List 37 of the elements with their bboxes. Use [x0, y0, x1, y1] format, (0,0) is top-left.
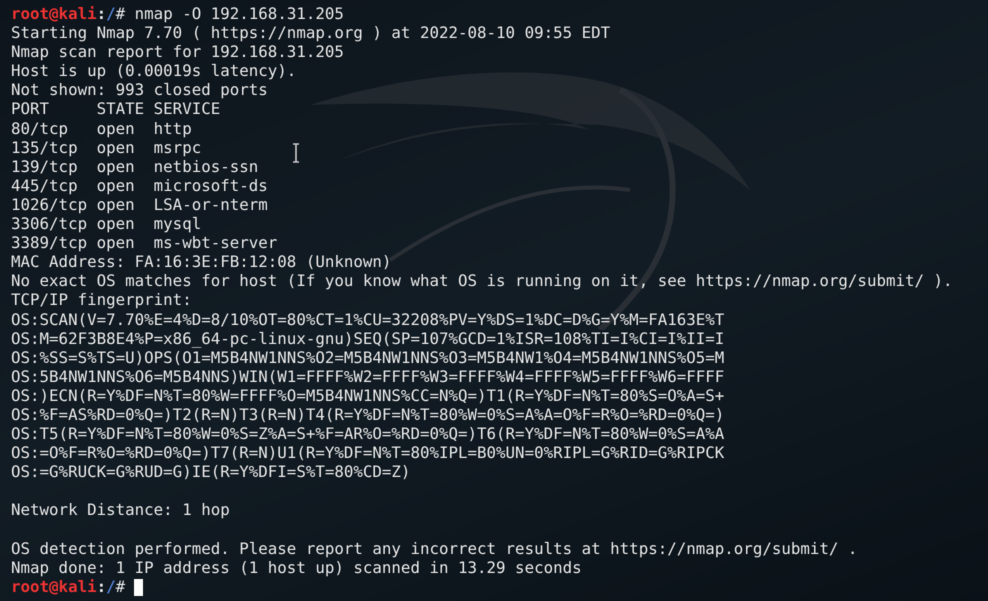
prompt-separator: :	[96, 576, 106, 596]
prompt-user: root@kali	[11, 4, 97, 23]
output-line: 3306/tcp open mysql	[11, 214, 202, 234]
output-line: Not shown: 993 closed ports	[11, 80, 268, 100]
output-line: PORT STATE SERVICE	[11, 99, 220, 118]
output-line: OS:M=62F3B8E4%P=x86_64-pc-linux-gnu)SEQ(SP=107%GCD=1%ISR=108%TI=I%CI=I%II=I	[11, 328, 724, 348]
output-line: OS:T5(R=Y%DF=N%T=80%W=0%S=Z%A=S+%F=AR%O=%RD=0%Q=)T6(R=Y%DF=N%T=80%W=0%S=A%A	[11, 424, 724, 444]
output-line: Host is up (0.00019s latency).	[11, 61, 296, 80]
command-text: nmap -O 192.168.31.205	[134, 4, 344, 23]
output-line: OS:%F=AS%RD=0%Q=)T2(R=N)T3(R=N)T4(R=Y%DF=N%T=80%W=0%S=A%A=O%F=R%O=%RD=0%Q=)	[11, 404, 724, 424]
output-line: OS:=G%RUCK=G%RUD=G)IE(R=Y%DFI=S%T=80%CD=Z)	[11, 462, 410, 482]
prompt-path: /	[106, 576, 116, 596]
output-line: OS:%SS=S%TS=U)OPS(O1=M5B4NW1NNS%O2=M5B4NW1NNS%O3=M5B4NW1%O4=M5B4NW1NNS%O5=M	[11, 348, 724, 367]
output-line: 135/tcp open msrpc	[11, 138, 202, 157]
output-line: 445/tcp open microsoft-ds	[11, 176, 268, 195]
output-line: Nmap scan report for 192.168.31.205	[11, 42, 344, 62]
output-line: OS:)ECN(R=Y%DF=N%T=80%W=FFFF%O=M5B4NW1NNS%CC=N%Q=)T1(R=Y%DF=N%T=80%S=O%A=S+	[11, 386, 724, 405]
output-line: Nmap done: 1 IP address (1 host up) scanned in 13.29 seconds	[11, 558, 582, 577]
prompt-separator: :	[96, 4, 106, 23]
output-line: MAC Address: FA:16:3E:FB:12:08 (Unknown)	[11, 252, 392, 272]
output-line: 1026/tcp open LSA-or-nterm	[11, 194, 268, 214]
output-line: 3389/tcp open ms-wbt-server	[11, 233, 278, 252]
output-line: No exact OS matches for host (If you know what OS is running on it, see https://nmap.org/submit/ ).	[11, 271, 953, 290]
prompt-user: root@kali	[11, 576, 97, 596]
output-line: Starting Nmap 7.70 ( https://nmap.org ) at 2022-08-10 09:55 EDT	[11, 23, 610, 42]
output-line: 80/tcp open http	[11, 118, 192, 138]
output-line: 139/tcp open netbios-ssn	[11, 156, 258, 176]
prompt-symbol: #	[116, 576, 126, 596]
prompt-path: /	[106, 4, 116, 23]
text-cursor-icon	[292, 143, 300, 163]
prompt-symbol: #	[116, 4, 126, 23]
output-line: TCP/IP fingerprint:	[11, 290, 192, 310]
output-line: Network Distance: 1 hop	[11, 500, 230, 520]
output-line: OS detection performed. Please report any incorrect results at https://nmap.org/submit/ .	[11, 538, 858, 558]
output-line: OS:SCAN(V=7.70%E=4%D=8/10%OT=80%CT=1%CU=32208%PV=Y%DS=1%DC=D%G=Y%M=FA163E%T	[11, 310, 724, 328]
output-line: OS:=O%F=R%O=%RD=0%Q=)T7(R=N)U1(R=Y%DF=N%T=80%IPL=B0%UN=0%RIPL=G%RID=G%RIPCK	[11, 443, 724, 462]
output-line: OS:5B4NW1NNS%O6=M5B4NNS)WIN(W1=FFFF%W2=FFFF%W3=FFFF%W4=FFFF%W5=FFFF%W6=FFFF	[11, 366, 724, 386]
